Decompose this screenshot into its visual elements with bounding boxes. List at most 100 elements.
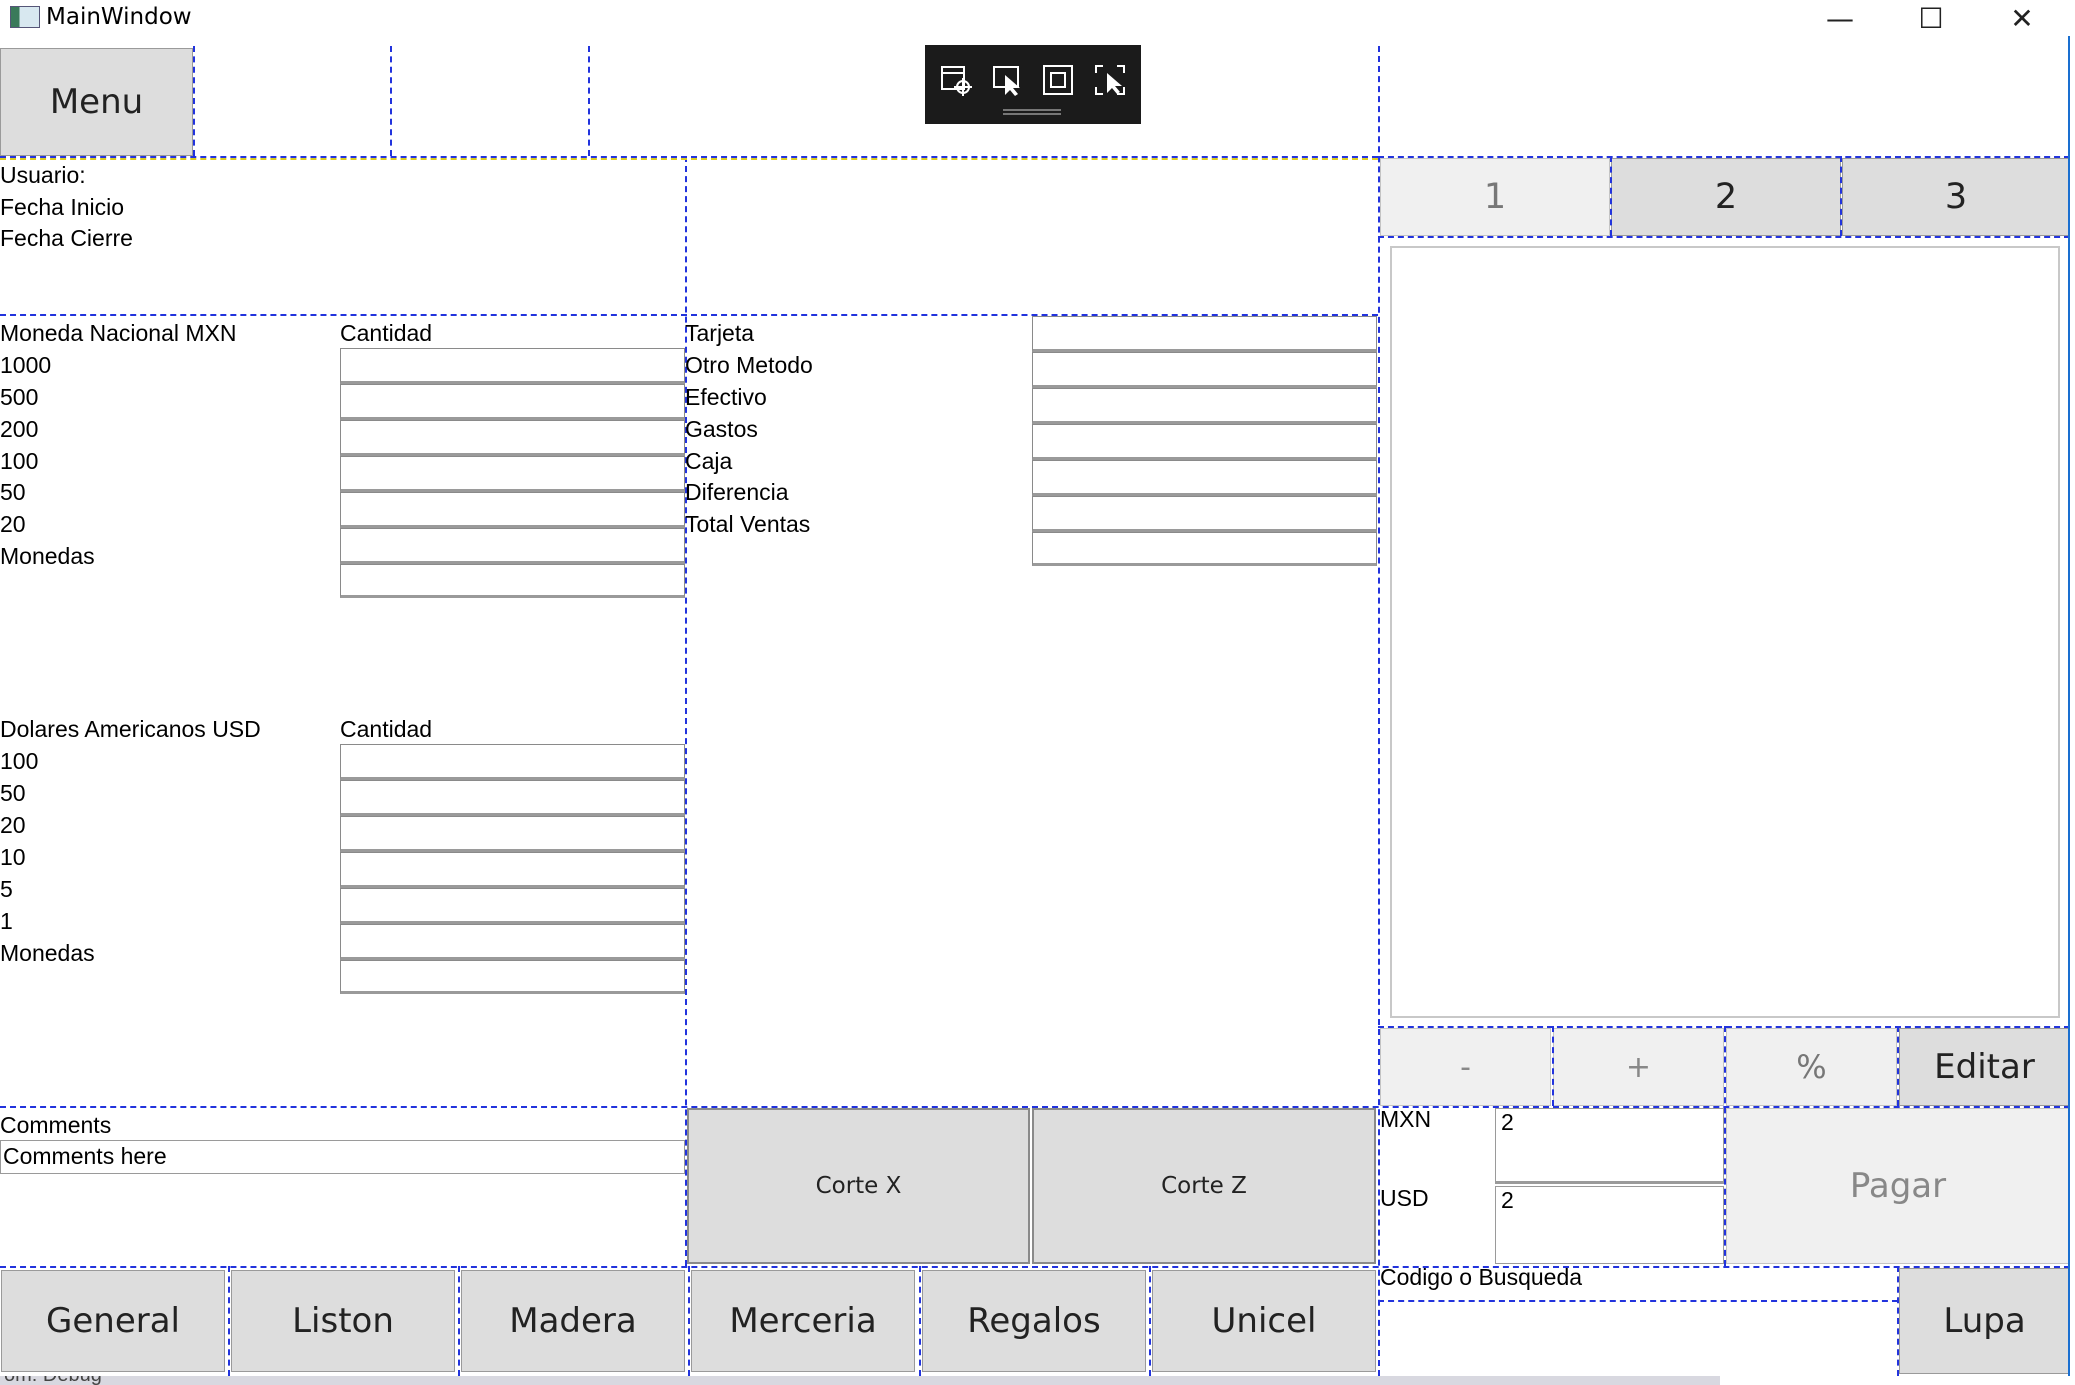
grid-line — [1378, 236, 2070, 238]
grid-line — [193, 46, 195, 156]
grid-line — [688, 1266, 690, 1376]
usuario-label: Usuario: — [0, 162, 86, 188]
tab-2[interactable]: 2 — [1611, 158, 1841, 236]
usd-denomination: 20 — [0, 812, 26, 838]
search-input[interactable] — [1380, 1302, 1897, 1374]
corte-z-button[interactable]: Corte Z — [1032, 1108, 1376, 1264]
mxn-quantity-header: Cantidad — [340, 320, 433, 346]
usd-quantity-input[interactable] — [340, 960, 685, 994]
select-element-icon[interactable] — [989, 61, 1027, 99]
summary-input[interactable] — [1032, 388, 1377, 424]
mxn-quantity-input[interactable] — [340, 384, 685, 420]
category-unicel-button[interactable]: Unicel — [1152, 1270, 1376, 1372]
grid-line — [588, 46, 590, 156]
window-title: MainWindow — [46, 4, 192, 30]
grid-line — [458, 1266, 460, 1376]
corte-x-button[interactable]: Corte X — [687, 1108, 1030, 1264]
summary-input[interactable] — [1032, 460, 1377, 496]
mxn-quantity-input[interactable] — [340, 348, 685, 384]
usd-quantity-input[interactable] — [340, 780, 685, 816]
category-madera-button[interactable]: Madera — [461, 1270, 685, 1372]
mxn-quantity-input[interactable] — [340, 420, 685, 456]
usd-denomination: Monedas — [0, 940, 95, 966]
summary-input[interactable] — [1032, 496, 1377, 532]
summary-label: Tarjeta — [685, 320, 755, 346]
grid-line — [1149, 1266, 1151, 1376]
track-focus-icon[interactable] — [1091, 61, 1129, 99]
mxn-denomination: 200 — [0, 416, 39, 442]
summary-input[interactable] — [1032, 352, 1377, 388]
app-icon — [10, 6, 40, 28]
plus-button[interactable]: + — [1553, 1028, 1724, 1106]
summary-label: Caja — [685, 448, 733, 474]
comments-input[interactable]: Comments here — [0, 1140, 685, 1174]
comments-input-text: Comments here — [3, 1143, 167, 1169]
menu-button[interactable]: Menu — [0, 48, 193, 156]
minus-button[interactable]: - — [1380, 1028, 1551, 1106]
category-regalos-button[interactable]: Regalos — [922, 1270, 1146, 1372]
lupa-button[interactable]: Lupa — [1899, 1268, 2070, 1374]
grid-line — [1897, 1026, 1899, 1106]
grid-line — [919, 1266, 921, 1376]
layout-adorners-icon[interactable] — [1039, 61, 1077, 99]
usd-quantity-input[interactable] — [340, 888, 685, 924]
category-liston-button[interactable]: Liston — [231, 1270, 455, 1372]
debug-toolbar — [925, 45, 1141, 124]
grid-line — [1610, 156, 1612, 236]
category-general-button[interactable]: General — [1, 1270, 225, 1372]
usd-quantity-input[interactable] — [340, 744, 685, 780]
fecha-inicio-label: Fecha Inicio — [0, 194, 125, 220]
mxn-quantity-input[interactable] — [340, 528, 685, 564]
summary-input[interactable] — [1032, 316, 1377, 352]
summary-label: Total Ventas — [685, 511, 811, 537]
summary-input[interactable] — [1032, 424, 1377, 460]
visual-tree-icon[interactable] — [937, 61, 975, 99]
usd-quantity-input[interactable] — [340, 924, 685, 960]
mxn-quantity-input[interactable] — [340, 492, 685, 528]
mxn-quantity-input[interactable] — [340, 564, 685, 598]
maximize-icon[interactable]: ☐ — [1886, 0, 1976, 36]
usd-denomination: 1 — [0, 908, 13, 934]
edit-button[interactable]: Editar — [1899, 1028, 2070, 1106]
usd-header: Dolares Americanos USD — [0, 716, 261, 742]
grid-line — [1378, 46, 1380, 1376]
usd-denomination: 5 — [0, 876, 13, 902]
mxn-quantity-input[interactable] — [340, 456, 685, 492]
comments-label: Comments — [0, 1112, 112, 1138]
tab-1[interactable]: 1 — [1380, 158, 1610, 236]
items-list[interactable] — [1390, 246, 2060, 1018]
drag-handle[interactable] — [1003, 109, 1061, 115]
mxn-denomination: Monedas — [0, 543, 95, 569]
title-bar: MainWindow — ☐ ✕ — [0, 0, 2075, 36]
summary-label: Diferencia — [685, 479, 789, 505]
mxn-payment-input[interactable]: 2 — [1495, 1108, 1724, 1184]
grid-line — [228, 1266, 230, 1376]
usd-payment-input[interactable]: 2 — [1495, 1186, 1724, 1264]
usd-denomination: 50 — [0, 780, 26, 806]
usd-payment-label: USD — [1380, 1185, 1429, 1211]
usd-quantity-input[interactable] — [340, 852, 685, 888]
pay-button[interactable]: Pagar — [1726, 1108, 2070, 1264]
summary-input[interactable] — [1032, 532, 1377, 566]
mxn-denomination: 500 — [0, 384, 39, 410]
mxn-payment-value: 2 — [1501, 1109, 1514, 1135]
grid-line — [0, 1266, 2070, 1268]
grid-line — [1840, 156, 1842, 236]
fecha-cierre-label: Fecha Cierre — [0, 225, 133, 251]
usd-quantity-input[interactable] — [340, 816, 685, 852]
usd-payment-value: 2 — [1501, 1187, 1514, 1213]
grid-line — [0, 158, 1378, 160]
summary-label: Gastos — [685, 416, 758, 442]
tab-3[interactable]: 3 — [1842, 158, 2070, 236]
usd-denomination: 10 — [0, 844, 26, 870]
usd-quantity-header: Cantidad — [340, 716, 433, 742]
search-label: Codigo o Busqueda — [1380, 1264, 1583, 1290]
window-border — [2068, 36, 2070, 1376]
close-icon[interactable]: ✕ — [1977, 0, 2067, 36]
mxn-payment-label: MXN — [1380, 1106, 1432, 1132]
grid-line — [1552, 1026, 1554, 1106]
minimize-icon[interactable]: — — [1795, 0, 1885, 36]
category-merceria-button[interactable]: Merceria — [691, 1270, 915, 1372]
grid-line — [390, 46, 392, 156]
percent-button[interactable]: % — [1726, 1028, 1897, 1106]
